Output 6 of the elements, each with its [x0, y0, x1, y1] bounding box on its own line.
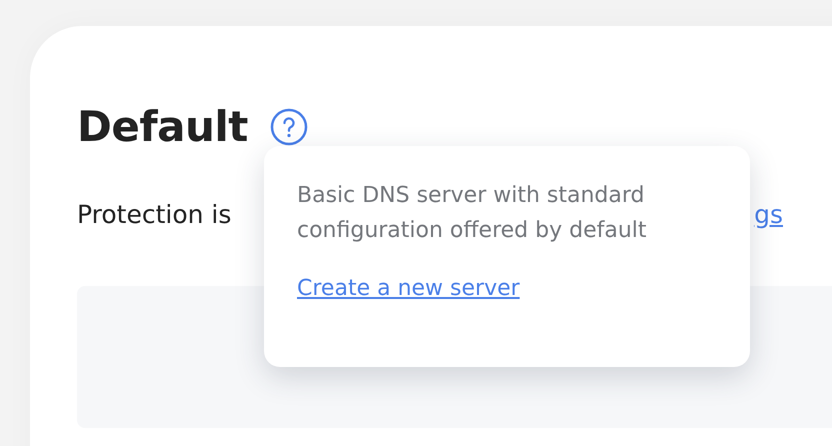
- help-icon[interactable]: [270, 108, 308, 146]
- page-title: Default: [77, 106, 248, 148]
- protection-status-text: Protection is: [77, 200, 232, 230]
- create-server-link[interactable]: Create a new server: [297, 272, 520, 306]
- settings-link[interactable]: gs: [754, 200, 783, 230]
- tooltip-text: Basic DNS server with standard configuration offered by default: [297, 182, 648, 246]
